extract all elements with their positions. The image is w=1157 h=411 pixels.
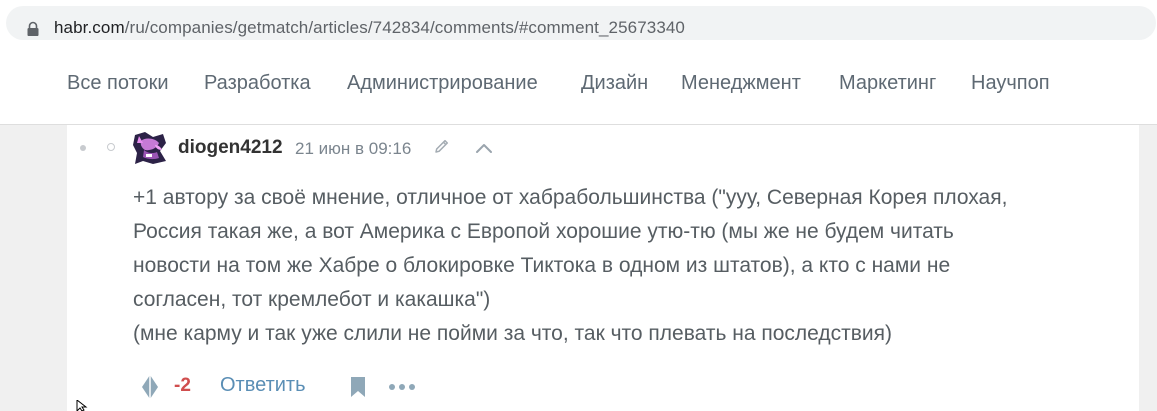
- thread-circle-icon[interactable]: [107, 143, 115, 151]
- vote-icon[interactable]: [140, 374, 160, 400]
- browser-address-bar: habr.com/ru/companies/getmatch/articles/…: [0, 0, 1157, 46]
- nav-item-design[interactable]: Дизайн: [581, 72, 648, 95]
- comment-author[interactable]: diogen4212: [178, 137, 283, 159]
- lock-icon[interactable]: [26, 21, 40, 37]
- comment-line: согласен, тот кремлебот и какашка"): [133, 288, 491, 311]
- nav-item-popsci[interactable]: Научпоп: [971, 72, 1050, 95]
- comment-line: Россия такая же, а вот Америка с Европой…: [133, 220, 954, 243]
- nav-item-administration[interactable]: Администрирование: [347, 72, 538, 95]
- thread-dot-icon: [80, 145, 86, 151]
- flows-navigation: Все потоки Разработка Администрирование …: [0, 46, 1157, 125]
- url-field[interactable]: habr.com/ru/companies/getmatch/articles/…: [6, 6, 1156, 40]
- comment-line: (мне карму и так уже слили не пойми за ч…: [133, 322, 893, 345]
- mouse-cursor-icon: [76, 400, 88, 411]
- comment-timestamp[interactable]: 21 июн в 09:16: [295, 139, 411, 159]
- nav-item-all-flows[interactable]: Все потоки: [67, 72, 169, 95]
- avatar[interactable]: [133, 131, 167, 165]
- comment-score: -2: [174, 375, 191, 396]
- bookmark-icon[interactable]: [349, 376, 367, 398]
- comment-line: +1 автору за своё мнение, отличное от ха…: [133, 186, 1008, 209]
- nav-item-marketing[interactable]: Маркетинг: [839, 72, 936, 95]
- url-path: /ru/companies/getmatch/articles/742834/c…: [124, 18, 685, 37]
- comment-line: новости на том же Хабре о блокировке Тик…: [133, 254, 951, 277]
- comment-body: +1 автору за своё мнение, отличное от ха…: [133, 181, 1123, 351]
- pencil-icon[interactable]: [432, 137, 452, 157]
- more-icon[interactable]: [388, 382, 416, 392]
- url-text[interactable]: habr.com/ru/companies/getmatch/articles/…: [54, 18, 685, 38]
- nav-item-development[interactable]: Разработка: [204, 72, 311, 95]
- nav-item-management[interactable]: Менеджмент: [681, 72, 801, 95]
- url-host: habr.com: [54, 18, 125, 37]
- chevron-up-icon[interactable]: [474, 140, 494, 156]
- reply-link[interactable]: Ответить: [220, 374, 306, 397]
